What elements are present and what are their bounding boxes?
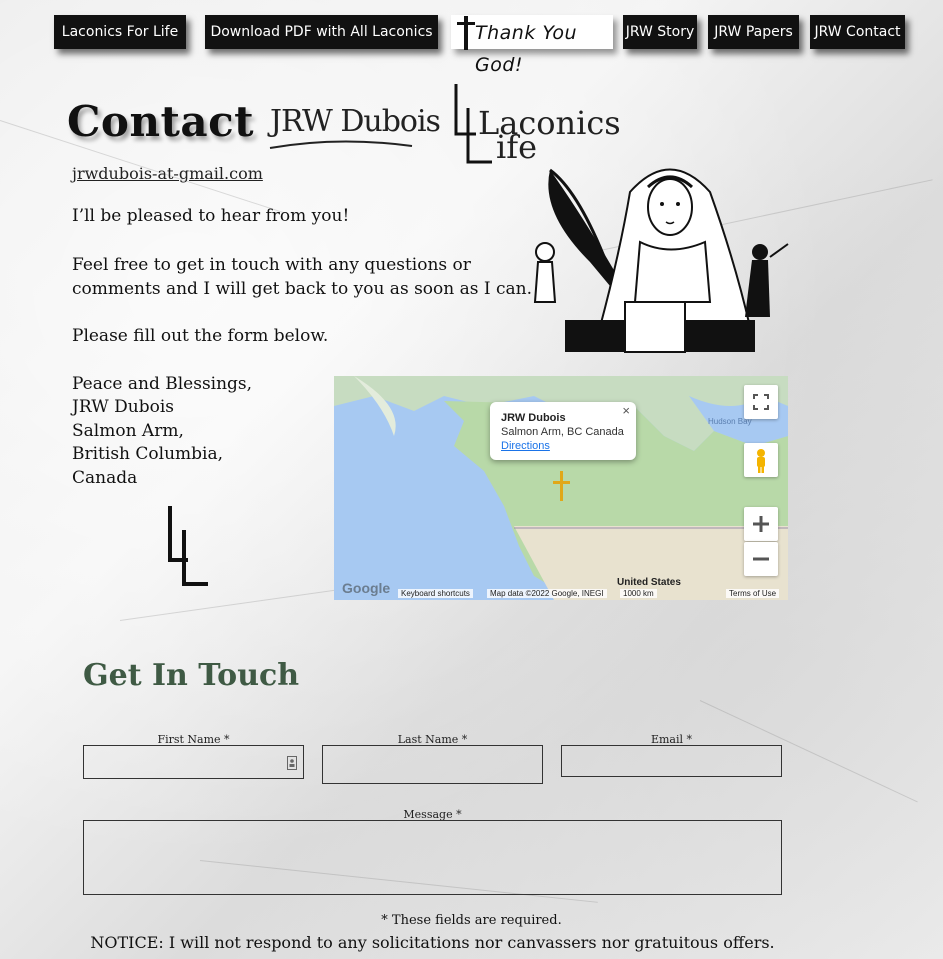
signature-province: British Columbia, <box>72 444 224 464</box>
pegman-icon <box>757 449 765 473</box>
form-heading: Get In Touch <box>83 658 300 693</box>
autofill-icon <box>287 756 297 770</box>
popup-close-icon[interactable]: × <box>622 403 630 418</box>
logo-swoosh <box>269 140 413 149</box>
nav-download-pdf[interactable]: Download PDF with All Laconics <box>205 15 438 49</box>
signature-city: Salmon Arm, <box>72 421 184 441</box>
map-info-popup: JRW Dubois Salmon Arm, BC Canada Directi… <box>490 402 636 460</box>
zoom-in-button[interactable] <box>744 507 778 541</box>
nav-jrw-papers[interactable]: JRW Papers <box>708 15 799 49</box>
intro-line-1: Feel free to get in touch with any quest… <box>72 255 471 275</box>
map-data-credit: Map data ©2022 Google, INEGI <box>487 589 607 598</box>
google-map[interactable]: JRW Dubois Salmon Arm, BC Canada Directi… <box>334 376 788 600</box>
fullscreen-icon <box>753 394 769 410</box>
message-field[interactable] <box>83 820 782 895</box>
popup-title: JRW Dubois <box>501 412 566 424</box>
form-instruction: Please fill out the form below. <box>72 326 329 346</box>
nav-jrw-contact[interactable]: JRW Contact <box>810 15 905 49</box>
map-label-us: United States <box>617 577 681 588</box>
nav-thank-you-god[interactable]: Thank You God! <box>451 15 613 76</box>
street-view-button[interactable] <box>744 443 778 477</box>
ll-monogram-logo <box>168 506 208 586</box>
popup-address: Salmon Arm, BC Canada <box>501 426 624 438</box>
terms-of-use-link[interactable]: Terms of Use <box>726 589 780 598</box>
greeting-text: I’ll be pleased to hear from you! <box>72 206 350 226</box>
email-field[interactable] <box>561 745 782 777</box>
intro-line-2: comments and I will get back to you as s… <box>72 279 533 299</box>
signature-country: Canada <box>72 468 138 488</box>
page-title: Contact <box>67 97 255 146</box>
signature-line: Peace and Blessings, <box>72 374 253 394</box>
map-footer: Keyboard shortcuts Map data ©2022 Google… <box>334 588 788 600</box>
nav-laconics-for-life[interactable]: Laconics For Life <box>54 15 186 49</box>
nav-jrw-story[interactable]: JRW Story <box>623 15 697 49</box>
last-name-field[interactable] <box>322 745 543 784</box>
first-name-field[interactable] <box>83 745 304 779</box>
jrw-dubois-logo: JRW Dubois <box>270 104 441 139</box>
woman-with-quill-illustration <box>533 168 789 353</box>
plus-icon <box>753 516 769 532</box>
email-link[interactable]: jrwdubois-at-gmail.com <box>72 164 263 183</box>
minus-icon <box>753 557 769 561</box>
keyboard-shortcuts-link[interactable]: Keyboard shortcuts <box>398 589 473 598</box>
fullscreen-button[interactable] <box>744 385 778 419</box>
signature-name: JRW Dubois <box>72 397 174 417</box>
thank-you-god-label: Thank You God! <box>475 22 578 76</box>
directions-link[interactable]: Directions <box>501 440 550 452</box>
top-navigation: Laconics For Life Download PDF with All … <box>0 15 943 76</box>
map-scale: 1000 km <box>620 589 657 598</box>
required-note: * These fields are required. <box>381 913 562 928</box>
zoom-out-button[interactable] <box>744 542 778 576</box>
map-cross-marker-icon[interactable] <box>552 471 572 501</box>
notice-text: NOTICE: I will not respond to any solici… <box>90 933 775 952</box>
